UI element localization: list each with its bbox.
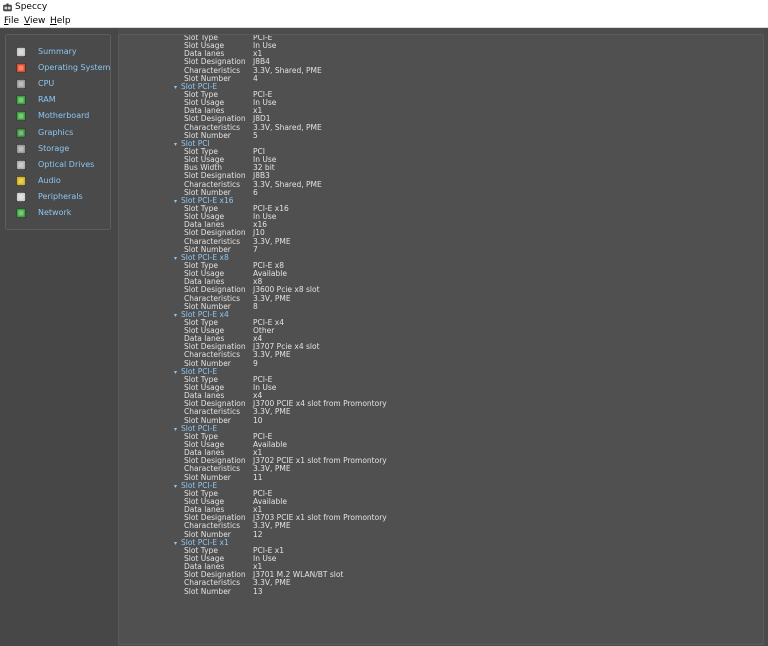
sidebar-item-label: RAM <box>38 95 56 105</box>
sidebar-item-graphics[interactable]: Graphics <box>16 126 112 140</box>
details-panel[interactable]: Slot Type PCI-E Slot Usage In Use Data lanes… <box>118 34 764 645</box>
speccy-app-icon <box>3 3 12 12</box>
cpu-icon <box>16 79 26 89</box>
network-icon <box>16 208 26 218</box>
menu-bar: File View Help <box>0 15 768 28</box>
sidebar: Summary Operating System CPU RAM Motherboard… <box>0 29 118 646</box>
optical-drive-icon <box>16 159 26 170</box>
windows-icon <box>16 63 26 73</box>
sidebar-item-label: Audio <box>38 175 61 185</box>
sidebar-item-peripherals[interactable]: Peripherals <box>16 190 112 204</box>
graphics-icon <box>16 127 26 138</box>
menu-accelerator: H <box>50 16 57 26</box>
peripherals-icon <box>16 192 26 202</box>
property-value: 13 <box>253 586 263 596</box>
sidebar-item-summary[interactable]: Summary <box>16 45 112 59</box>
sidebar-item-label: Peripherals <box>38 191 83 201</box>
slot-list: Slot Type PCI-E Slot Usage In Use Data lanes… <box>119 35 759 596</box>
summary-icon <box>16 47 26 57</box>
sidebar-nav: Summary Operating System CPU RAM Motherboard… <box>5 34 111 230</box>
menu-file[interactable]: File <box>4 16 19 27</box>
sidebar-item-cpu[interactable]: CPU <box>16 77 112 91</box>
sidebar-item-label: Storage <box>38 143 70 153</box>
menu-label: elp <box>56 16 71 26</box>
menu-help[interactable]: Help <box>50 16 71 27</box>
sidebar-item-audio[interactable]: Audio <box>16 174 112 188</box>
title-bar: Speccy <box>0 0 768 15</box>
sidebar-item-network[interactable]: Network <box>16 206 112 220</box>
storage-icon <box>16 143 26 154</box>
ram-icon <box>16 95 26 106</box>
sidebar-item-label: Graphics <box>38 127 74 137</box>
sidebar-item-label: CPU <box>38 79 55 89</box>
audio-icon <box>16 175 26 186</box>
sidebar-item-motherboard[interactable]: Motherboard <box>16 109 112 123</box>
sidebar-item-optical-drives[interactable]: Optical Drives <box>16 158 112 172</box>
sidebar-item-label: Operating System <box>38 63 111 73</box>
property-row: Slot Number 5 <box>119 131 759 140</box>
menu-label: ile <box>8 16 20 26</box>
window-edge <box>764 29 768 646</box>
sidebar-item-label: Optical Drives <box>38 159 95 169</box>
sidebar-item-storage[interactable]: Storage <box>16 142 112 156</box>
sidebar-item-label: Motherboard <box>38 111 90 121</box>
sidebar-item-label: Network <box>38 208 72 217</box>
menu-view[interactable]: View <box>24 16 45 27</box>
property-row: Slot Number 13 <box>119 586 759 596</box>
motherboard-icon <box>16 111 26 122</box>
menu-label: iew <box>29 16 46 26</box>
sidebar-item-label: Summary <box>38 47 77 56</box>
window-title: Speccy <box>15 2 48 12</box>
property-name: Slot Number <box>184 586 231 596</box>
sidebar-item-ram[interactable]: RAM <box>16 93 112 107</box>
sidebar-item-operating-system[interactable]: Operating System <box>16 61 112 75</box>
